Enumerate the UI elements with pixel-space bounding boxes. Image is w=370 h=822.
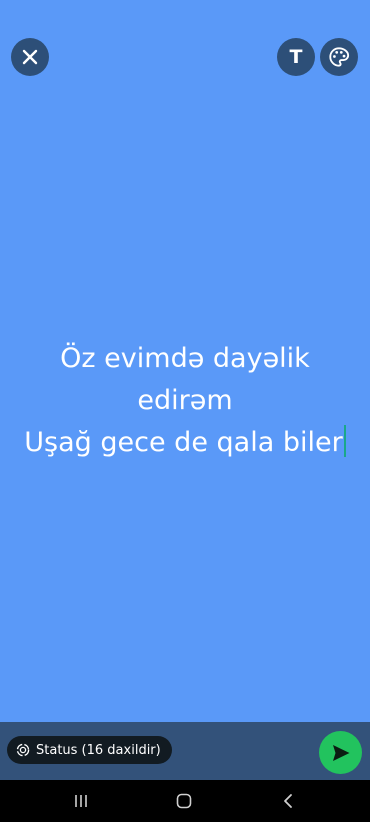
system-navigation-bar	[0, 780, 370, 822]
back-icon	[284, 794, 292, 808]
recents-icon	[75, 795, 87, 807]
status-audience-chip[interactable]: Status (16 daxildir)	[7, 736, 172, 764]
palette-icon	[329, 47, 350, 67]
text-cursor	[343, 425, 346, 457]
text-style-icon: T	[289, 45, 303, 68]
back-button[interactable]	[278, 791, 298, 811]
status-canvas[interactable]: T Öz evimdə dayəlik edirəm Uşağ gece de …	[0, 0, 370, 722]
send-button[interactable]	[319, 731, 362, 774]
send-icon	[332, 744, 349, 761]
status-text-line-2: edirəm	[137, 385, 233, 416]
recents-button[interactable]	[71, 791, 91, 811]
text-style-button[interactable]: T	[277, 38, 315, 76]
status-ring-icon	[15, 743, 30, 758]
bottom-bar: Status (16 daxildir)	[0, 722, 370, 780]
status-text-line-3: Uşağ gece de qala biler	[0, 422, 370, 464]
close-button[interactable]	[11, 38, 49, 76]
status-audience-label: Status (16 daxildir)	[36, 742, 161, 758]
status-text-input[interactable]: Öz evimdə dayəlik edirəm Uşağ gece de qa…	[0, 338, 370, 464]
home-icon	[176, 793, 192, 809]
close-icon	[22, 49, 38, 65]
home-button[interactable]	[174, 791, 194, 811]
status-text-line-3-text: Uşağ gece de qala biler	[24, 427, 343, 458]
status-text-line-1: Öz evimdə dayəlik	[60, 343, 310, 374]
background-color-button[interactable]	[320, 38, 358, 76]
